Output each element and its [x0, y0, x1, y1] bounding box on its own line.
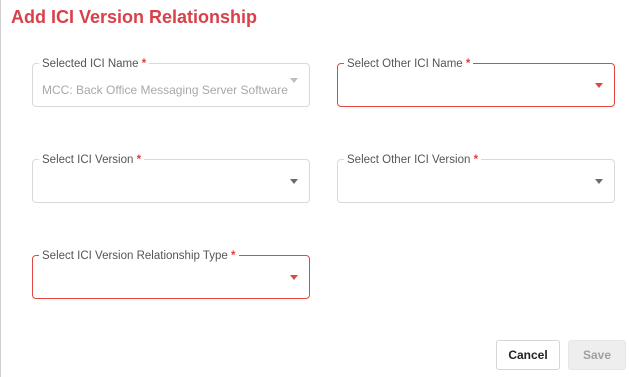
- select-ici-version-select[interactable]: Select ICI Version *: [32, 153, 310, 203]
- dialog-title: Add ICI Version Relationship: [11, 7, 258, 27]
- required-marker: *: [231, 250, 236, 262]
- save-button[interactable]: Save: [568, 340, 626, 370]
- select-other-ici-version-select[interactable]: Select Other ICI Version *: [337, 153, 615, 203]
- selected-ici-name-value: MCC: Back Office Messaging Server Softwa…: [42, 83, 288, 97]
- add-ici-version-relationship-dialog: Add ICI Version Relationship Selected IC…: [0, 0, 629, 377]
- required-marker: *: [136, 154, 142, 166]
- required-marker: *: [465, 58, 471, 70]
- select-other-ici-name-select[interactable]: Select Other ICI Name *: [337, 57, 615, 107]
- select-ici-version-label: Select ICI Version *: [39, 153, 145, 167]
- required-marker: *: [473, 154, 479, 166]
- chevron-down-icon[interactable]: [595, 179, 603, 184]
- selected-ici-name-label: Selected ICI Name *: [39, 57, 150, 71]
- chevron-down-icon[interactable]: [290, 179, 298, 184]
- required-marker: *: [141, 58, 147, 70]
- select-other-ici-name-label: Select Other ICI Name *: [344, 57, 474, 71]
- chevron-down-icon[interactable]: [595, 83, 603, 88]
- cancel-button[interactable]: Cancel: [496, 340, 560, 370]
- select-other-ici-version-label: Select Other ICI Version *: [344, 153, 482, 167]
- chevron-down-icon[interactable]: [290, 275, 298, 280]
- chevron-down-icon: [290, 77, 298, 83]
- select-relationship-type-select[interactable]: Select ICI Version Relationship Type *: [32, 249, 310, 299]
- select-relationship-type-label: Select ICI Version Relationship Type *: [39, 249, 239, 263]
- selected-ici-name-select: Selected ICI Name * MCC: Back Office Mes…: [32, 57, 310, 107]
